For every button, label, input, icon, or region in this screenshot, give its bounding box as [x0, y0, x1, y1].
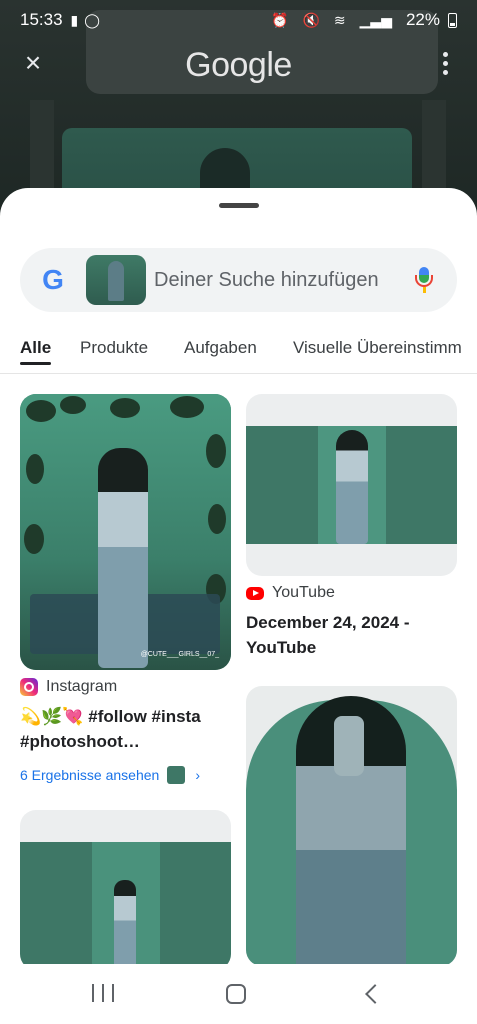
search-bar[interactable]: G Deiner Suche hinzufügen	[20, 248, 457, 312]
home-icon[interactable]	[226, 984, 246, 1004]
see-more-results-link[interactable]: 6 Ergebnisse ansehen ›	[20, 766, 200, 784]
lens-top-bar: × Google	[0, 40, 477, 90]
search-input[interactable]: Deiner Suche hinzufügen	[154, 269, 409, 292]
result-title-instagram[interactable]: 💫🌿💘 #follow #insta #photoshoot…	[20, 704, 231, 754]
result-tabs: Alle Produkte Aufgaben Visuelle Übereins…	[0, 328, 477, 374]
active-tab-indicator	[20, 362, 51, 365]
status-time: 15:33	[20, 10, 63, 29]
status-bar: 15:33 ▮ ◯ ⏰ 🔇 ≋ ▁▃▅ 22%	[0, 0, 477, 40]
microphone-icon[interactable]	[409, 265, 439, 295]
youtube-icon	[246, 586, 264, 600]
tab-aufgaben[interactable]: Aufgaben	[184, 338, 257, 358]
alarm-icon: ⏰	[271, 11, 289, 28]
more-options-icon[interactable]	[437, 52, 453, 78]
source-label: YouTube	[272, 584, 335, 601]
google-logo: Google	[185, 46, 292, 84]
result-image-4[interactable]	[20, 810, 231, 970]
notification-file-icon: ▮	[70, 11, 79, 28]
image-watermark: @CUTE___GIRLS__07_	[140, 651, 219, 658]
mute-icon: 🔇	[302, 11, 320, 28]
result-source-youtube[interactable]: YouTube	[246, 584, 335, 602]
whatsapp-icon: ◯	[84, 11, 100, 28]
source-label: Instagram	[46, 678, 118, 695]
result-source-instagram[interactable]: Instagram	[20, 678, 117, 696]
tab-produkte[interactable]: Produkte	[80, 338, 148, 358]
status-right: ⏰ 🔇 ≋ ▁▃▅ 22%	[271, 10, 457, 30]
search-image-thumbnail[interactable]	[86, 255, 146, 305]
wifi-icon: ≋	[333, 11, 346, 28]
more-link-label: 6 Ergebnisse ansehen	[20, 767, 160, 783]
instagram-icon	[20, 678, 38, 696]
signal-icon: ▁▃▅	[359, 11, 392, 28]
recent-apps-icon[interactable]	[92, 984, 114, 1004]
result-title-youtube[interactable]: December 24, 2024 - YouTube	[246, 610, 457, 660]
back-icon[interactable]	[364, 984, 380, 1004]
tab-visuelle[interactable]: Visuelle Übereinstimm	[293, 338, 462, 358]
results-sheet: G Deiner Suche hinzufügen Alle Produkte …	[0, 188, 477, 1024]
battery-percent: 22%	[405, 10, 440, 29]
battery-icon	[448, 12, 457, 28]
title-emoji: 💫🌿💘	[20, 707, 84, 726]
navigation-bar	[0, 964, 477, 1024]
result-image-youtube[interactable]	[246, 394, 457, 576]
chevron-right-icon: ›	[195, 767, 200, 783]
tab-alle[interactable]: Alle	[20, 338, 51, 358]
google-g-icon: G	[42, 264, 64, 295]
sheet-drag-handle[interactable]	[219, 203, 259, 208]
result-image-3[interactable]	[246, 686, 457, 966]
result-image-instagram[interactable]: @CUTE___GIRLS__07_	[20, 394, 231, 670]
more-link-thumbnail	[167, 766, 186, 784]
